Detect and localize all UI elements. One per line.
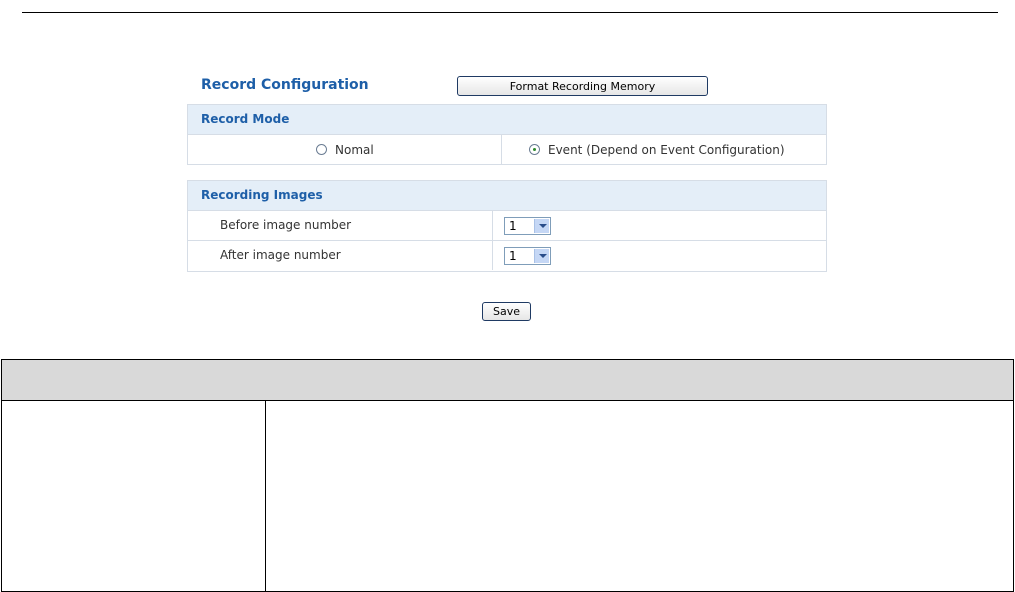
radio-event-icon[interactable] xyxy=(529,144,540,155)
save-button[interactable]: Save xyxy=(482,302,531,321)
cell-divider xyxy=(501,135,502,164)
before-image-label: Before image number xyxy=(220,218,352,232)
chevron-down-icon[interactable] xyxy=(534,219,549,233)
after-image-select[interactable]: 1 xyxy=(504,247,551,265)
radio-normal-icon[interactable] xyxy=(316,144,327,155)
before-image-row: Before image number 1 xyxy=(188,211,826,241)
after-image-label: After image number xyxy=(220,248,341,262)
chevron-down-icon[interactable] xyxy=(534,249,549,263)
after-image-row: After image number 1 xyxy=(188,241,826,270)
top-divider xyxy=(22,12,998,13)
record-mode-panel: Record Mode Nomal Event (Depend on Event… xyxy=(187,104,827,165)
after-image-value: 1 xyxy=(509,249,517,263)
record-mode-normal-option[interactable]: Nomal xyxy=(316,135,374,164)
record-mode-normal-label: Nomal xyxy=(335,142,374,157)
record-mode-header: Record Mode xyxy=(188,105,826,135)
document-table-left-cell xyxy=(2,401,266,591)
record-mode-event-label: Event (Depend on Event Configuration) xyxy=(548,142,785,157)
document-table-header xyxy=(2,360,1013,401)
document-table-right-cell xyxy=(266,401,1013,591)
recording-images-panel: Recording Images Before image number 1 A… xyxy=(187,180,827,272)
format-recording-memory-button[interactable]: Format Recording Memory xyxy=(457,76,708,96)
record-mode-row: Nomal Event (Depend on Event Configurati… xyxy=(188,135,826,164)
cell-divider xyxy=(492,241,493,270)
page-title: Record Configuration xyxy=(201,77,369,93)
before-image-value: 1 xyxy=(509,219,517,233)
record-mode-event-option[interactable]: Event (Depend on Event Configuration) xyxy=(529,135,785,164)
before-image-select[interactable]: 1 xyxy=(504,217,551,235)
cell-divider xyxy=(492,211,493,240)
document-table xyxy=(1,359,1014,592)
recording-images-header: Recording Images xyxy=(188,181,826,211)
